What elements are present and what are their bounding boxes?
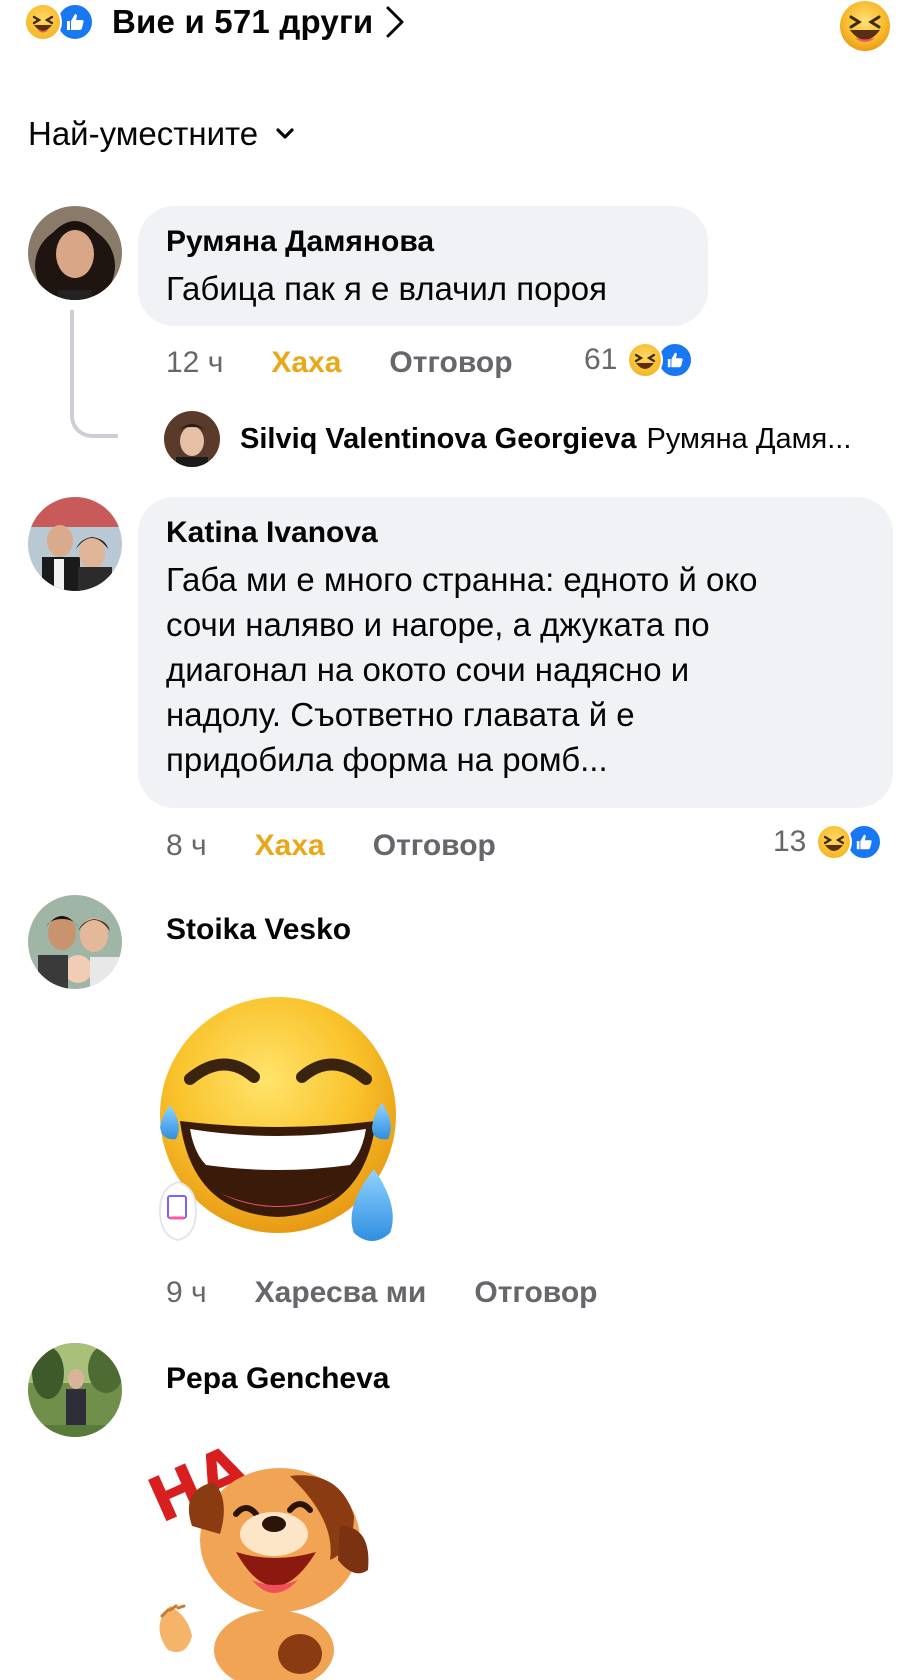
comment-text-line: диагонал на окото сочи надясно и [166,651,690,688]
thread-connector-line [70,310,118,438]
laughing-dog-sticker[interactable]: HA [140,1430,380,1680]
sort-dropdown[interactable]: Най-уместните [28,114,296,154]
reaction-count-number: 13 [773,825,807,858]
reaction-count[interactable]: 13 [773,822,883,862]
reaction-count-number: 61 [584,343,618,376]
reply-snippet: Румяна Дамя... [646,422,852,455]
comment-actions: 9 ч Харесва ми Отговор [166,1273,598,1313]
haha-icon [627,342,664,378]
haha-icon [24,3,62,41]
comment-actions: 12 ч Хаха Отговор [166,343,513,383]
chevron-right-icon [386,6,404,38]
avatar[interactable] [28,497,122,591]
comment-bubble[interactable]: Румяна Дамянова Габица пак я е влачил по… [138,206,708,326]
avatar[interactable] [28,895,122,989]
comment-text-line: придобила форма на ромб... [166,741,608,778]
haha-icon [816,824,853,860]
comment-author[interactable]: Stoika Vesko [166,912,351,948]
haha-reaction-icon[interactable] [839,0,891,52]
haha-react-button[interactable]: Хаха [255,829,325,863]
reply-button[interactable]: Отговор [373,829,496,863]
comment-bubble[interactable]: Katina Ivanova Габа ми е много странна: … [138,497,893,808]
avatar[interactable] [164,411,220,467]
avatar[interactable] [28,1343,122,1437]
comment-text: Габица пак я е влачил пороя [166,270,608,307]
reply-button[interactable]: Отговор [474,1276,597,1310]
reply-author[interactable]: Silviq Valentinova Georgieva [240,423,636,456]
like-button[interactable]: Харесва ми [255,1276,427,1310]
comment-text-line: надолу. Съответно главата й е [166,696,635,733]
comment-text: Габа ми е много странна: едното й око со… [166,557,758,782]
sticker-badge-icon [158,1180,198,1242]
reply-preview[interactable]: Silviq Valentinova Georgieva Румяна Дамя… [164,410,904,468]
chevron-down-icon [276,128,294,139]
comment-time[interactable]: 9 ч [166,1276,207,1310]
reaction-count[interactable]: 61 [584,340,694,380]
comment-actions: 8 ч Хаха Отговор [166,826,496,866]
reply-button[interactable]: Отговор [389,346,512,380]
comment-time[interactable]: 12 ч [166,346,223,380]
reactions-summary-text: Вие и 571 други [112,3,374,40]
sort-label: Най-уместните [28,115,259,152]
comment-author[interactable]: Pepa Gencheva [166,1361,389,1397]
comment-time[interactable]: 8 ч [166,829,207,863]
comment-text-line: Габа ми е много странна: едното й око [166,561,758,598]
reactions-summary-bar[interactable]: Вие и 571 други [24,0,897,51]
comment-text-line: сочи наляво и нагоре, а джуката по [166,606,710,643]
haha-react-button[interactable]: Хаха [271,346,341,380]
avatar[interactable] [28,206,122,300]
comment-author[interactable]: Румяна Дамянова [166,224,434,260]
reaction-icons [24,2,94,42]
comment-author[interactable]: Katina Ivanova [166,515,378,551]
